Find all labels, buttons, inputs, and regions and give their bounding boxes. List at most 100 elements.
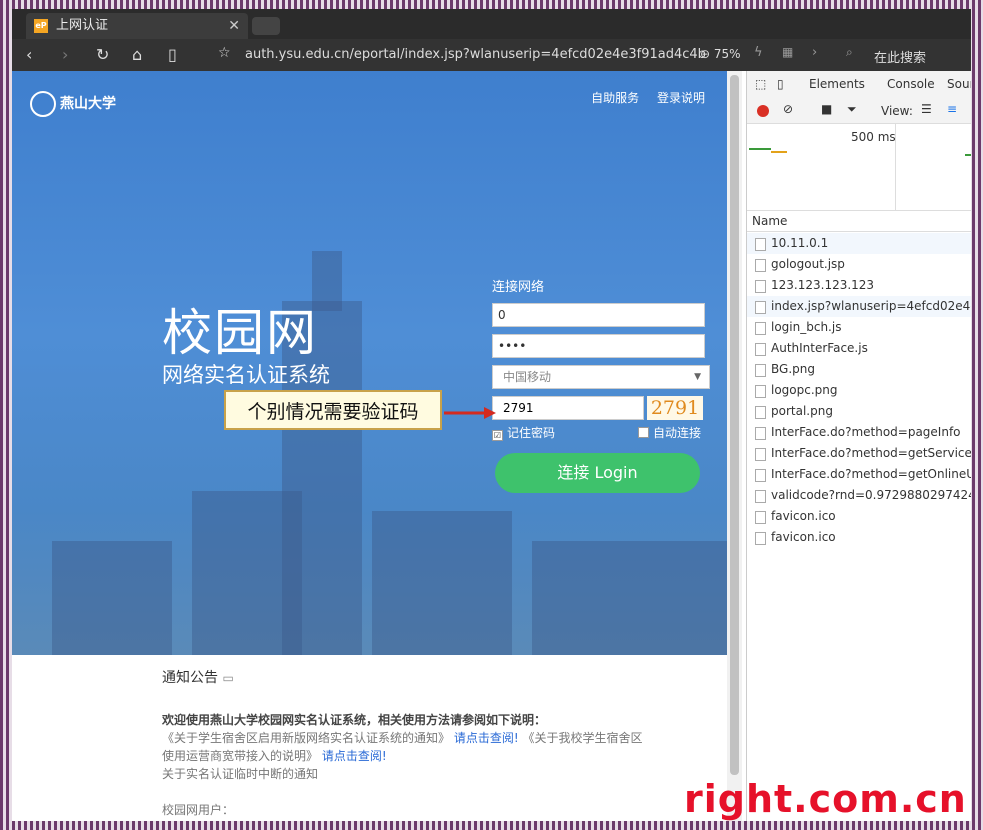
captcha-input[interactable]: 2791: [492, 396, 644, 420]
browser-window: eP 上网认证 ✕ ‹ › ↻ ⌂ ▯ ☆ auth.ysu.edu.cn/ep…: [12, 9, 971, 821]
request-row[interactable]: favicon.ico: [747, 527, 971, 548]
notice-link[interactable]: 请点击查阅!: [322, 749, 387, 763]
request-name: InterFace.do?method=pageInfo: [771, 425, 961, 439]
record-icon[interactable]: [757, 105, 769, 117]
file-icon: [755, 406, 766, 419]
login-help-link[interactable]: 登录说明: [657, 91, 705, 105]
back-icon[interactable]: ‹: [26, 45, 32, 64]
devtools-panel: ⬚ ▯ Elements Console Sour ⊘ ■ ⏷ View: ☰ …: [746, 71, 971, 821]
captcha-callout: 个别情况需要验证码: [224, 390, 442, 430]
file-icon: [755, 511, 766, 524]
file-icon: [755, 427, 766, 440]
university-logo: 燕山大学: [30, 91, 116, 117]
page-scrollbar[interactable]: [727, 71, 742, 821]
subheadline: 网络实名认证系统: [162, 363, 330, 387]
seal-icon: [30, 91, 56, 117]
tab-console[interactable]: Console: [887, 77, 935, 91]
tab-bar: eP 上网认证 ✕: [12, 9, 971, 39]
reader-icon[interactable]: ▯: [168, 45, 177, 64]
forward-icon[interactable]: ›: [62, 45, 68, 64]
tab-sources[interactable]: Sour: [947, 77, 971, 91]
request-row[interactable]: index.jsp?wlanuserip=4efcd02e4e3f...: [747, 296, 971, 317]
watermark: right.com.cn: [684, 777, 967, 821]
request-row[interactable]: BG.png: [747, 359, 971, 380]
login-button[interactable]: 连接 Login: [495, 453, 700, 493]
password-field[interactable]: ••••: [492, 334, 705, 358]
clear-icon[interactable]: ⊘: [783, 102, 793, 116]
favicon-icon: eP: [34, 19, 48, 33]
notice-link[interactable]: 请点击查阅!: [454, 731, 519, 745]
request-name: BG.png: [771, 362, 815, 376]
zoom-level[interactable]: ⊖ 75%: [700, 47, 741, 61]
close-icon[interactable]: ✕: [228, 13, 240, 39]
file-icon: [755, 280, 766, 293]
request-list: 10.11.0.1 gologout.jsp 123.123.123.123 inde…: [747, 233, 971, 548]
request-row[interactable]: login_bch.js: [747, 317, 971, 338]
inspect-icon[interactable]: ⬚: [755, 77, 766, 91]
request-row[interactable]: 123.123.123.123: [747, 275, 971, 296]
camera-icon[interactable]: ■: [821, 102, 832, 116]
file-icon: [755, 469, 766, 482]
file-icon: [755, 385, 766, 398]
reload-icon[interactable]: ↻: [96, 45, 109, 64]
request-name: logopc.png: [771, 383, 838, 397]
username-field[interactable]: 0: [492, 303, 705, 327]
name-column-header[interactable]: Name: [747, 210, 971, 232]
url-field[interactable]: auth.ysu.edu.cn/eportal/index.jsp?wlanus…: [245, 47, 706, 62]
request-name: validcode?rnd=0.9729880297424329: [771, 488, 971, 502]
request-name: favicon.ico: [771, 530, 836, 544]
notice-body: 欢迎使用燕山大学校园网实名认证系统，相关使用方法请参阅如下说明： 《关于学生宿舍…: [162, 711, 662, 819]
comment-icon: ▭: [222, 671, 234, 685]
request-row[interactable]: InterFace.do?method=pageInfo: [747, 422, 971, 443]
request-row[interactable]: logopc.png: [747, 380, 971, 401]
checkbox-row: ☑ 记住密码 自动连接: [492, 424, 722, 444]
file-icon: [755, 343, 766, 356]
top-links: 自助服务 登录说明: [577, 89, 705, 106]
building-shape: [372, 511, 512, 655]
browser-tab[interactable]: eP 上网认证 ✕: [26, 13, 248, 39]
building-shape: [532, 541, 727, 655]
notice-item-text: 《关于学生宿舍区启用新版网络实名认证系统的通知》: [162, 731, 451, 745]
chevron-right-icon[interactable]: ›: [812, 45, 817, 60]
file-icon: [755, 490, 766, 503]
request-row[interactable]: AuthInterFace.js: [747, 338, 971, 359]
scrollbar-thumb[interactable]: [730, 75, 739, 775]
address-bar: ‹ › ↻ ⌂ ▯ ☆ auth.ysu.edu.cn/eportal/inde…: [12, 39, 971, 71]
request-row[interactable]: 10.11.0.1: [747, 233, 971, 254]
request-name: 10.11.0.1: [771, 236, 829, 250]
new-tab-button[interactable]: [252, 17, 280, 35]
network-toolbar: ⊘ ■ ⏷ View: ☰ ≡: [747, 99, 971, 124]
home-icon[interactable]: ⌂: [132, 45, 142, 64]
self-service-link[interactable]: 自助服务: [591, 91, 639, 105]
hero-banner: 燕山大学 自助服务 登录说明 校园网 网络实名认证系统 连接网络 0 •••• …: [12, 71, 727, 655]
remember-password-checkbox[interactable]: ☑ 记住密码: [492, 424, 555, 441]
request-row[interactable]: InterFace.do?method=getOnlineUs...: [747, 464, 971, 485]
captcha-image[interactable]: 2791: [647, 396, 703, 420]
tab-elements[interactable]: Elements: [809, 77, 865, 91]
filter-icon[interactable]: ⏷: [847, 102, 857, 117]
request-name: InterFace.do?method=getServices&...: [771, 446, 971, 460]
request-row[interactable]: gologout.jsp: [747, 254, 971, 275]
request-row[interactable]: InterFace.do?method=getServices&...: [747, 443, 971, 464]
device-icon[interactable]: ▯: [777, 77, 784, 91]
waterfall-icon[interactable]: ≡: [947, 102, 957, 116]
bookmark-star-icon[interactable]: ☆: [218, 45, 231, 61]
isp-select[interactable]: 中国移动 ▼: [492, 365, 710, 389]
qr-icon[interactable]: ▦: [782, 45, 793, 59]
request-row[interactable]: favicon.ico: [747, 506, 971, 527]
remember-label: 记住密码: [507, 426, 556, 440]
request-row[interactable]: validcode?rnd=0.9729880297424329: [747, 485, 971, 506]
request-row[interactable]: portal.png: [747, 401, 971, 422]
building-shape: [192, 491, 302, 655]
auto-connect-checkbox[interactable]: 自动连接: [638, 424, 701, 441]
search-input[interactable]: 在此搜索: [874, 47, 926, 66]
file-icon: [755, 301, 766, 314]
notice-item-text: 使用运营商宽带接入的说明》: [162, 749, 319, 763]
view-label: View:: [881, 104, 913, 118]
flash-icon[interactable]: ϟ: [754, 45, 763, 60]
timeline-bar: [749, 148, 771, 150]
notice-item-text: 关于实名认证临时中断的通知: [162, 767, 319, 781]
list-view-icon[interactable]: ☰: [921, 102, 932, 116]
login-form: 连接网络 0 •••• 中国移动 ▼ 2791 2791 ☑ 记住密码 自动连接: [492, 276, 722, 444]
request-name: AuthInterFace.js: [771, 341, 868, 355]
